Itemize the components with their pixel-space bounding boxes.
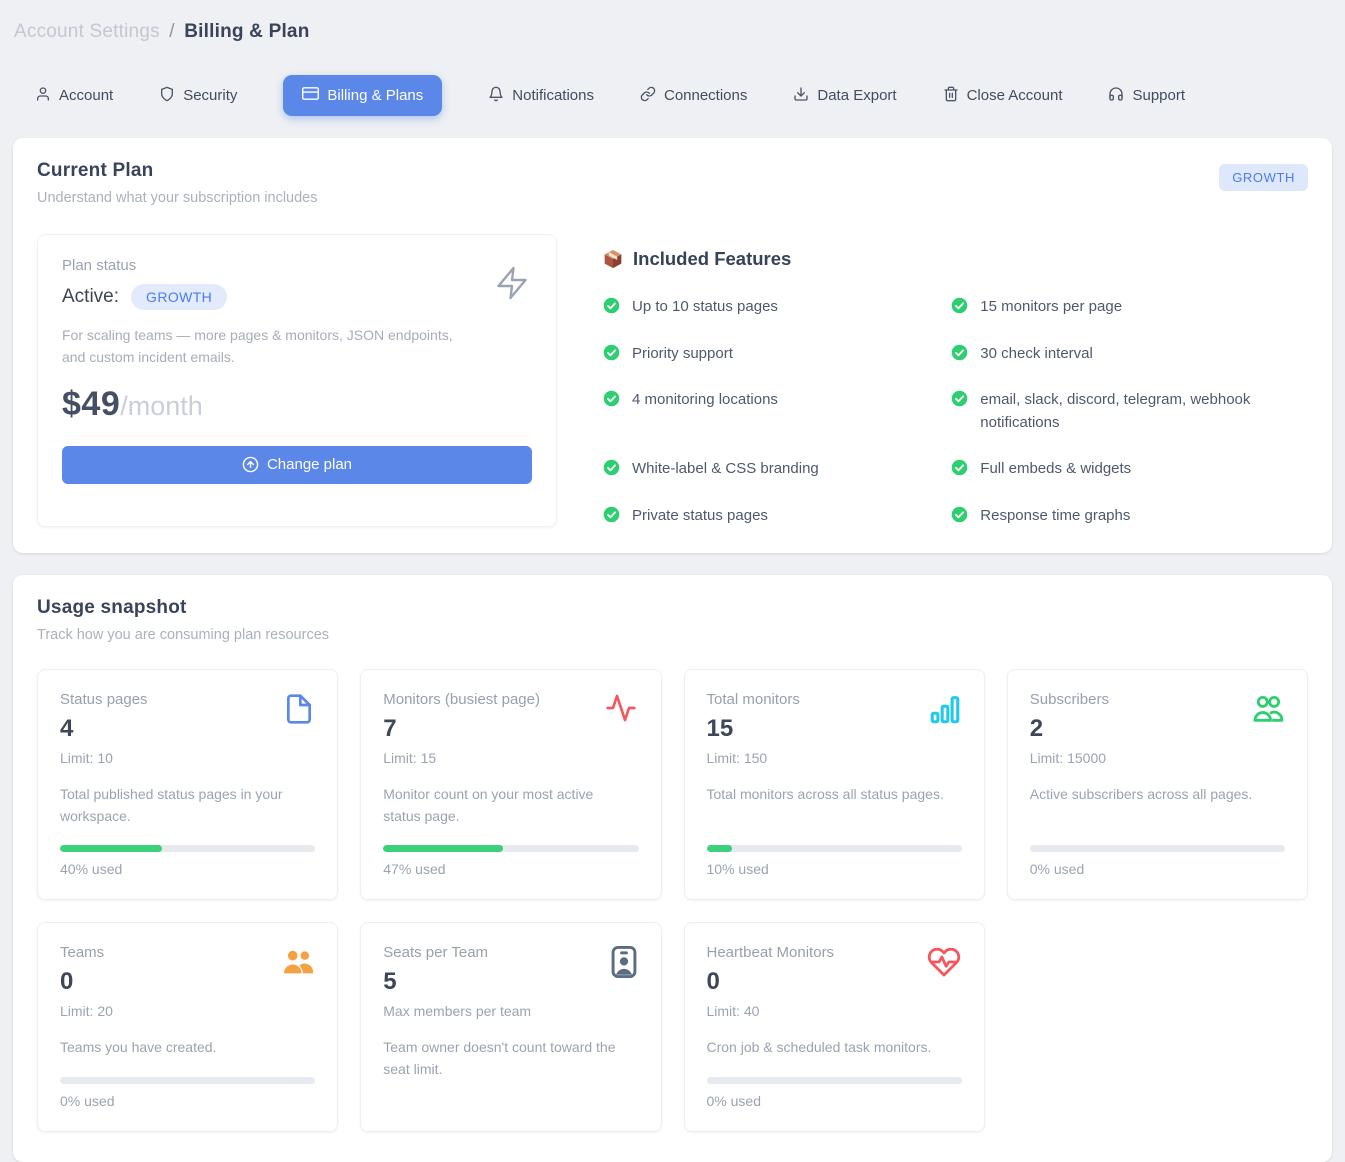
plan-status-badge: GROWTH <box>131 284 227 310</box>
current-plan-title: Current Plan <box>37 160 317 182</box>
usage-progress: 47% used <box>383 827 638 877</box>
usage-snapshot-panel: Usage snapshot Track how you are consumi… <box>13 575 1332 1162</box>
feature-item: email, slack, discord, telegram, webhook… <box>951 389 1308 434</box>
plan-description: For scaling teams — more pages & monitor… <box>62 324 472 369</box>
feature-item: Response time graphs <box>951 505 1308 528</box>
tab-notifications[interactable]: Notifications <box>488 86 594 106</box>
feature-item: 4 monitoring locations <box>603 389 933 434</box>
link-icon <box>640 86 656 106</box>
tab-label: Account <box>59 87 113 104</box>
users-filled-icon <box>279 945 315 984</box>
shield-icon <box>159 86 175 106</box>
breadcrumb-section[interactable]: Account Settings <box>14 21 160 42</box>
tab-label: Notifications <box>512 87 594 104</box>
plan-status-value: Active: <box>62 286 119 308</box>
zap-icon <box>494 265 530 306</box>
settings-tabbar: Account Security Billing & Plans Notific… <box>13 75 1332 116</box>
headset-icon <box>1108 86 1124 106</box>
users-outline-icon <box>1249 692 1285 731</box>
usage-card-teams: Teams 0 Limit: 20 Teams you have created… <box>37 922 338 1132</box>
feature-item: Up to 10 status pages <box>603 296 933 319</box>
usage-card-heartbeat-monitors: Heartbeat Monitors 0 Limit: 40 Cron job … <box>684 922 985 1132</box>
usage-progress: 0% used <box>1030 827 1285 877</box>
tab-data-export[interactable]: Data Export <box>793 86 896 106</box>
feature-item: 30 check interval <box>951 343 1308 366</box>
usage-card-subscribers: Subscribers 2 Limit: 15000 Active subscr… <box>1007 669 1308 900</box>
feature-item: Full embeds & widgets <box>951 458 1308 481</box>
usage-card-seats-per-team: Seats per Team 5 Max members per team Te… <box>360 922 661 1132</box>
tab-security[interactable]: Security <box>159 86 237 106</box>
tab-label: Connections <box>664 87 747 104</box>
heart-pulse-icon <box>926 945 962 984</box>
activity-icon <box>603 692 639 729</box>
breadcrumb-separator: / <box>169 21 174 42</box>
tab-close-account[interactable]: Close Account <box>943 86 1063 106</box>
tab-label: Billing & Plans <box>327 87 423 104</box>
usage-card-status-pages: Status pages 4 Limit: 10 Total published… <box>37 669 338 900</box>
tab-connections[interactable]: Connections <box>640 86 747 106</box>
feature-item: Private status pages <box>603 505 933 528</box>
file-icon <box>283 692 315 731</box>
plan-badge: GROWTH <box>1219 164 1308 191</box>
tab-support[interactable]: Support <box>1108 86 1185 106</box>
tab-account[interactable]: Account <box>35 86 113 106</box>
usage-progress: 10% used <box>707 827 962 877</box>
features-grid: Up to 10 status pages 15 monitors per pa… <box>603 296 1308 527</box>
feature-item: 15 monitors per page <box>951 296 1308 319</box>
tab-label: Data Export <box>817 87 896 104</box>
bell-icon <box>488 86 504 106</box>
page-title: Billing & Plan <box>184 21 309 42</box>
included-features: Included Features Up to 10 status pages … <box>603 234 1308 527</box>
usage-card-monitors-busiest: Monitors (busiest page) 7 Limit: 15 Moni… <box>360 669 661 900</box>
bar-chart-icon <box>928 692 962 731</box>
usage-grid: Status pages 4 Limit: 10 Total published… <box>37 669 1308 1132</box>
tab-billing-plans[interactable]: Billing & Plans <box>283 75 442 116</box>
tab-label: Security <box>183 87 237 104</box>
usage-card-total-monitors: Total monitors 15 Limit: 150 Total monit… <box>684 669 985 900</box>
usage-progress: 40% used <box>60 827 315 877</box>
tab-label: Close Account <box>967 87 1063 104</box>
plan-price: $49 <box>62 385 120 424</box>
feature-item: Priority support <box>603 343 933 366</box>
arrow-up-circle-icon <box>242 456 259 473</box>
breadcrumb: Account Settings / Billing & Plan <box>13 13 1332 43</box>
change-plan-label: Change plan <box>267 456 352 473</box>
current-plan-panel: Current Plan Understand what your subscr… <box>13 138 1332 553</box>
credit-card-icon <box>302 85 319 106</box>
usage-title: Usage snapshot <box>37 597 329 619</box>
usage-subtitle: Track how you are consuming plan resourc… <box>37 627 329 643</box>
plan-status-card: Plan status Active: GROWTH For scaling t… <box>37 234 557 527</box>
usage-progress: 0% used <box>707 1059 962 1109</box>
plan-period: /month <box>120 391 203 422</box>
usage-progress: 0% used <box>60 1059 315 1109</box>
current-plan-subtitle: Understand what your subscription includ… <box>37 190 317 206</box>
change-plan-button[interactable]: Change plan <box>62 446 532 484</box>
package-icon <box>603 249 623 269</box>
user-icon <box>35 86 51 106</box>
download-icon <box>793 86 809 106</box>
included-features-title: Included Features <box>633 248 791 270</box>
feature-item: White-label & CSS branding <box>603 458 933 481</box>
id-badge-icon <box>609 945 639 984</box>
tab-label: Support <box>1132 87 1185 104</box>
plan-status-label: Plan status <box>62 257 532 274</box>
billing-page: Account Settings / Billing & Plan Accoun… <box>0 0 1345 1162</box>
trash-icon <box>943 86 959 106</box>
